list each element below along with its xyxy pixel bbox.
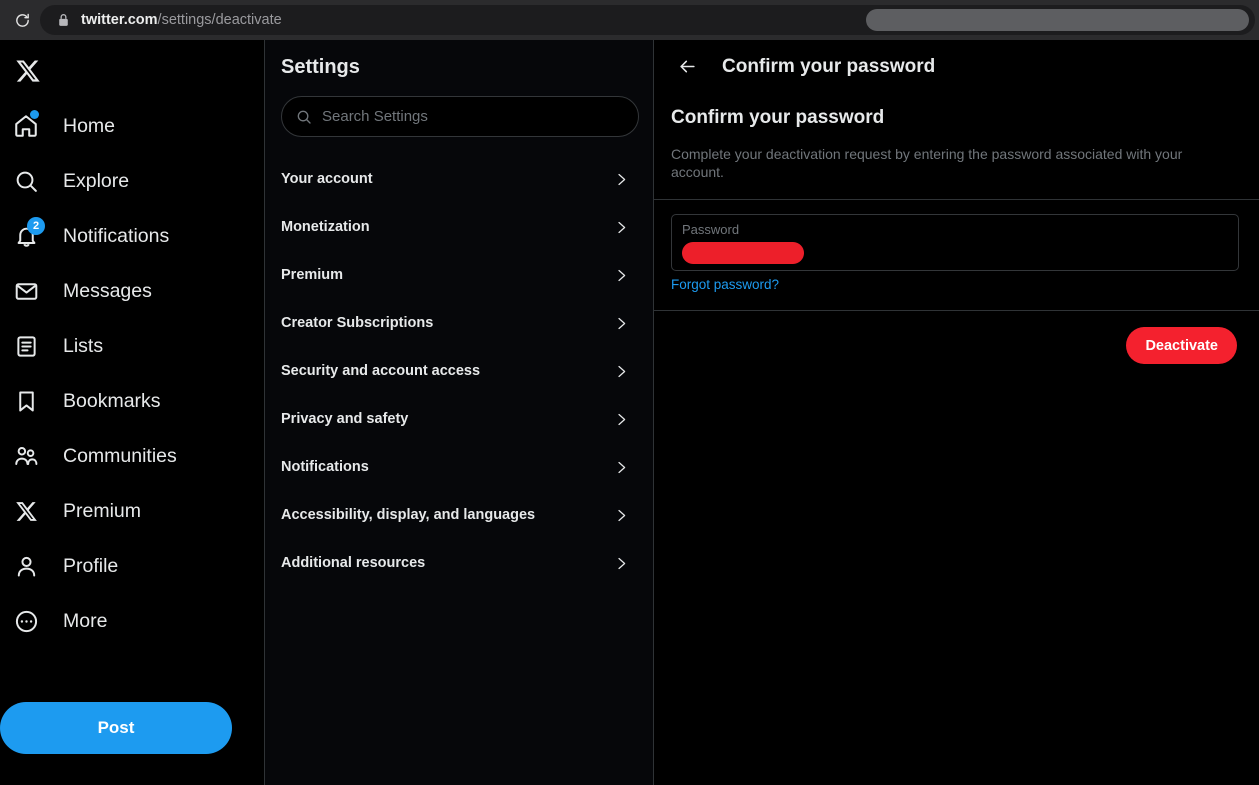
x-logo-icon[interactable] (2, 45, 54, 97)
search-input[interactable] (322, 108, 624, 125)
sidebar-item-bookmarks[interactable]: Bookmarks (0, 375, 240, 427)
chevron-right-icon (614, 172, 629, 187)
url-path: /settings/deactivate (157, 12, 282, 28)
settings-item-monetization[interactable]: Monetization (265, 203, 653, 251)
settings-item-notifications[interactable]: Notifications (265, 443, 653, 491)
sidebar-item-label: Profile (63, 554, 119, 577)
sidebar-item-messages[interactable]: Messages (0, 265, 240, 317)
settings-title: Settings (281, 56, 360, 78)
person-icon (2, 542, 50, 590)
settings-item-label: Accessibility, display, and languages (281, 507, 536, 523)
forgot-password-link[interactable]: Forgot password? (671, 277, 779, 292)
sidebar-item-home[interactable]: Home (0, 100, 240, 152)
page-title: Confirm your password (671, 107, 885, 128)
settings-item-premium[interactable]: Premium (265, 251, 653, 299)
chevron-right-icon (614, 412, 629, 427)
sidebar-item-explore[interactable]: Explore (0, 155, 240, 207)
lock-icon (58, 13, 69, 27)
chevron-right-icon (614, 364, 629, 379)
settings-item-your-account[interactable]: Your account (265, 155, 653, 203)
more-circle-icon (2, 597, 50, 645)
sidebar-item-lists[interactable]: Lists (0, 320, 240, 372)
settings-item-label: Notifications (281, 459, 369, 475)
browser-toolbar: twitter.com/settings/deactivate (0, 0, 1259, 40)
primary-nav-sidebar: Home Explore 2 Notifications Messages Li… (0, 40, 265, 785)
notifications-count-badge: 2 (27, 217, 45, 235)
password-field[interactable]: Password (671, 214, 1239, 272)
detail-header-title: Confirm your password (722, 55, 936, 77)
password-field-label: Password (682, 222, 740, 238)
chevron-right-icon (614, 268, 629, 283)
sidebar-item-label: Home (63, 114, 116, 137)
sidebar-item-profile[interactable]: Profile (0, 540, 240, 592)
search-icon (296, 109, 312, 125)
settings-item-label: Premium (281, 267, 344, 283)
sidebar-item-more[interactable]: More (0, 595, 240, 647)
sidebar-item-communities[interactable]: Communities (0, 430, 240, 482)
chevron-right-icon (614, 508, 629, 523)
settings-item-label: Additional resources (281, 555, 426, 571)
settings-item-accessibility-display-and-languages[interactable]: Accessibility, display, and languages (265, 491, 653, 539)
home-icon (2, 102, 50, 150)
chevron-right-icon (614, 460, 629, 475)
chevron-right-icon (614, 316, 629, 331)
settings-menu-list: Your account Monetization Premium Creato… (265, 155, 653, 587)
post-button[interactable]: Post (0, 702, 232, 754)
sidebar-item-label: Lists (63, 334, 104, 357)
deactivate-button[interactable]: Deactivate (1126, 327, 1237, 365)
sidebar-item-label: Explore (63, 169, 130, 192)
settings-item-label: Security and account access (281, 363, 481, 379)
sidebar-item-label: Bookmarks (63, 389, 161, 412)
chevron-right-icon (614, 220, 629, 235)
sidebar-item-label: Notifications (63, 224, 170, 247)
deactivate-action-row: Deactivate (654, 311, 1259, 365)
home-unread-dot-badge (30, 110, 39, 119)
password-value-redaction-bar (682, 242, 804, 265)
page-description: Complete your deactivation request by en… (671, 146, 1183, 181)
settings-item-additional-resources[interactable]: Additional resources (265, 539, 653, 587)
settings-item-label: Monetization (281, 219, 370, 235)
sidebar-item-label: Premium (63, 499, 142, 522)
reload-icon[interactable] (5, 3, 39, 37)
detail-panel: Confirm your password Confirm your passw… (654, 40, 1259, 785)
settings-item-creator-subscriptions[interactable]: Creator Subscriptions (265, 299, 653, 347)
settings-panel: Settings Your account Monetization (265, 40, 654, 785)
settings-item-label: Privacy and safety (281, 411, 409, 427)
envelope-icon (2, 267, 50, 315)
app-container: Home Explore 2 Notifications Messages Li… (0, 40, 1259, 785)
chevron-right-icon (614, 556, 629, 571)
settings-search-box[interactable] (281, 96, 639, 137)
sidebar-item-notifications[interactable]: 2 Notifications (0, 210, 240, 262)
settings-item-privacy-and-safety[interactable]: Privacy and safety (265, 395, 653, 443)
bookmark-icon (2, 377, 50, 425)
people-icon (2, 432, 50, 480)
sidebar-item-premium[interactable]: Premium (0, 485, 240, 537)
settings-item-label: Creator Subscriptions (281, 315, 434, 331)
bell-icon: 2 (2, 212, 50, 260)
password-section: Password Forgot password? (654, 199, 1259, 312)
back-arrow-icon[interactable] (670, 50, 704, 84)
url-domain: twitter.com (81, 12, 158, 28)
x-logo-icon (2, 487, 50, 535)
sidebar-item-label: Messages (63, 279, 152, 302)
settings-item-security-and-account-access[interactable]: Security and account access (265, 347, 653, 395)
sidebar-item-label: More (63, 609, 108, 632)
search-icon (2, 157, 50, 205)
settings-item-label: Your account (281, 171, 373, 187)
url-text: twitter.com/settings/deactivate (81, 12, 282, 28)
list-icon (2, 322, 50, 370)
detail-header: Confirm your password (654, 40, 1259, 93)
url-redaction-bar (866, 9, 1249, 31)
sidebar-item-label: Communities (63, 444, 177, 467)
